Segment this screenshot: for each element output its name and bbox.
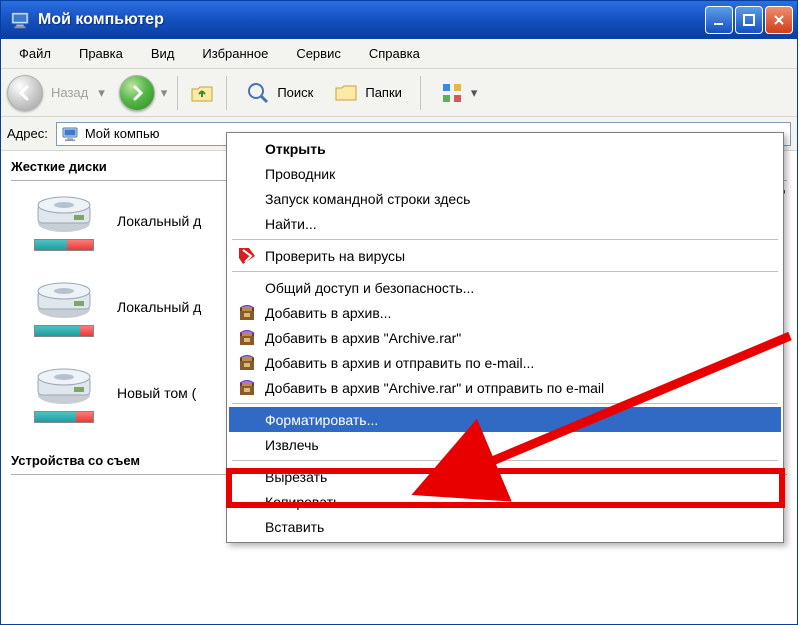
context-menu-item[interactable]: Добавить в архив "Archive.rar" (229, 325, 781, 350)
context-menu-label: Проводник (265, 166, 335, 182)
address-label: Адрес: (7, 126, 50, 141)
back-label: Назад (51, 85, 88, 100)
toolbar: Назад ▾ ▾ Поиск Папки (1, 69, 797, 117)
context-menu-item[interactable]: Добавить в архив и отправить по e-mail..… (229, 350, 781, 375)
context-menu-item[interactable]: Вставить (229, 514, 781, 539)
context-menu-item[interactable]: Найти... (229, 211, 781, 236)
titlebar[interactable]: Мой компьютер (1, 1, 797, 39)
window-controls (705, 6, 793, 34)
context-menu-label: Запуск командной строки здесь (265, 191, 470, 207)
address-value: Мой компью (85, 126, 160, 141)
context-menu-label: Добавить в архив и отправить по e-mail..… (265, 355, 534, 371)
minimize-button[interactable] (705, 6, 733, 34)
context-menu-label: Общий доступ и безопасность... (265, 280, 474, 296)
context-menu-item[interactable]: Открыть (229, 136, 781, 161)
close-button[interactable] (765, 6, 793, 34)
search-label: Поиск (277, 85, 313, 100)
drive-usage-bar (34, 325, 94, 337)
search-button[interactable]: Поиск (237, 78, 321, 108)
views-button[interactable]: ▾ (431, 78, 486, 108)
forward-button[interactable] (119, 75, 155, 111)
window-title: Мой компьютер (38, 11, 705, 29)
forward-dropdown-icon[interactable]: ▾ (161, 85, 168, 101)
drive-icon (31, 277, 97, 337)
context-menu-item[interactable]: Форматировать... (229, 407, 781, 432)
context-menu-item[interactable]: Извлечь (229, 432, 781, 457)
context-menu-label: Открыть (265, 141, 326, 157)
context-menu-label: Добавить в архив "Archive.rar" (265, 330, 461, 346)
context-menu-label: Добавить в архив "Archive.rar" и отправи… (265, 380, 604, 396)
menu-file[interactable]: Файл (7, 43, 63, 64)
context-menu-item[interactable]: Добавить в архив... (229, 300, 781, 325)
context-menu-label: Проверить на вирусы (265, 248, 405, 264)
toolbar-sep (177, 76, 178, 110)
views-icon (439, 80, 465, 106)
toolbar-sep-2 (226, 76, 227, 110)
context-menu-label: Извлечь (265, 437, 319, 453)
back-dropdown-icon[interactable]: ▾ (98, 85, 105, 101)
menu-favorites[interactable]: Избранное (190, 43, 280, 64)
back-button[interactable] (7, 75, 43, 111)
drive-icon (31, 363, 97, 423)
drive-usage-bar (34, 239, 94, 251)
context-menu-separator (232, 271, 778, 272)
winrar-icon (237, 328, 257, 348)
drive-icon (31, 191, 97, 251)
menu-tools[interactable]: Сервис (284, 43, 353, 64)
context-menu-item[interactable]: Запуск командной строки здесь (229, 186, 781, 211)
winrar-icon (237, 303, 257, 323)
drive-usage-bar (34, 411, 94, 423)
up-folder-button[interactable] (188, 79, 216, 107)
address-my-computer-icon (61, 125, 79, 143)
context-menu: Открыть Проводник Запуск командной строки … (226, 132, 784, 543)
my-computer-icon (9, 9, 31, 31)
context-menu-item[interactable]: Добавить в архив "Archive.rar" и отправи… (229, 375, 781, 400)
context-menu-item[interactable]: Проводник (229, 161, 781, 186)
context-menu-separator (232, 239, 778, 240)
folders-label: Папки (365, 85, 402, 100)
context-menu-label: Вставить (265, 519, 324, 535)
context-menu-label: Вырезать (265, 469, 327, 485)
search-icon (245, 80, 271, 106)
drive-label: Локальный д (117, 213, 201, 229)
context-menu-item[interactable]: Копировать (229, 489, 781, 514)
context-menu-label: Копировать (265, 494, 340, 510)
menubar: Файл Правка Вид Избранное Сервис Справка (1, 39, 797, 69)
context-menu-label: Добавить в архив... (265, 305, 391, 321)
context-menu-item[interactable]: Проверить на вирусы (229, 243, 781, 268)
folders-icon (333, 80, 359, 106)
context-menu-item[interactable]: Вырезать (229, 464, 781, 489)
toolbar-sep-3 (420, 76, 421, 110)
menu-edit[interactable]: Правка (67, 43, 135, 64)
menu-view[interactable]: Вид (139, 43, 187, 64)
context-menu-separator (232, 403, 778, 404)
kaspersky-icon (237, 246, 257, 266)
context-menu-label: Форматировать... (265, 412, 378, 428)
winrar-icon (237, 353, 257, 373)
menu-help[interactable]: Справка (357, 43, 432, 64)
context-menu-item[interactable]: Общий доступ и безопасность... (229, 275, 781, 300)
context-menu-separator (232, 460, 778, 461)
drive-label: Новый том ( (117, 385, 196, 401)
maximize-button[interactable] (735, 6, 763, 34)
drive-label: Локальный д (117, 299, 201, 315)
winrar-icon (237, 378, 257, 398)
context-menu-label: Найти... (265, 216, 317, 232)
views-dropdown-icon: ▾ (471, 85, 478, 101)
folders-button[interactable]: Папки (325, 78, 410, 108)
